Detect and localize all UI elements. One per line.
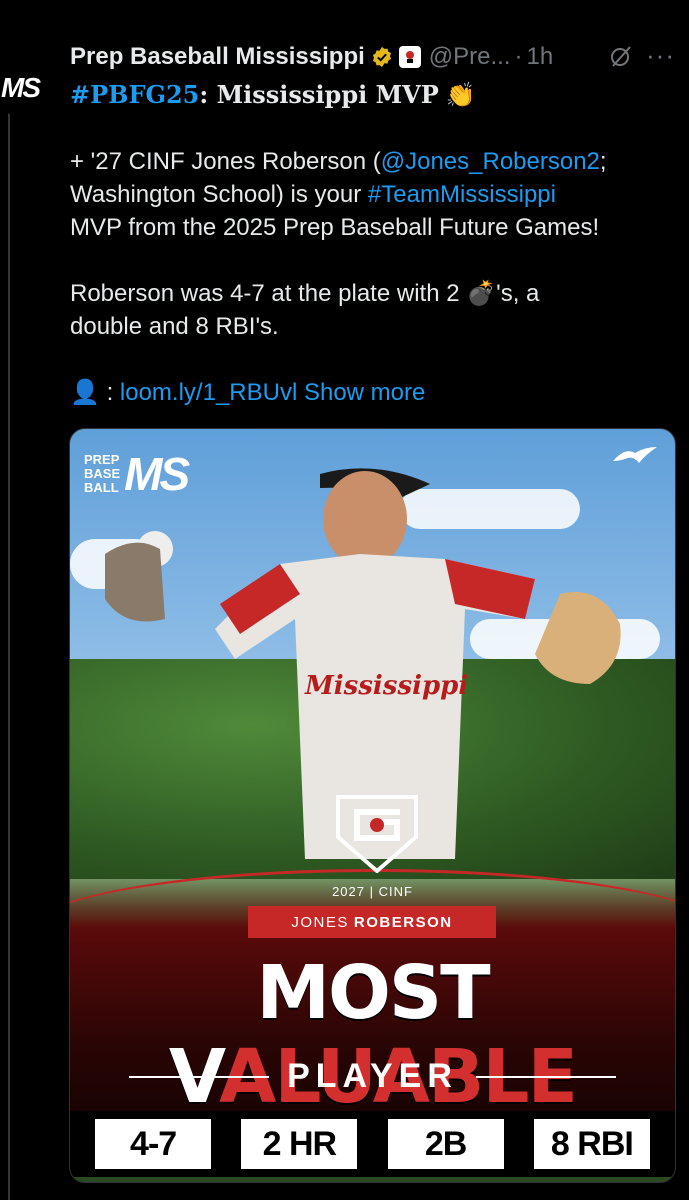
logo-line: BALL [84,480,119,495]
avatar[interactable]: MS [0,60,48,116]
first-name: JONES [291,913,349,931]
link-colon: : [106,379,114,406]
mizuno-logo-icon [613,447,657,463]
external-link[interactable]: loom.ly/1_RBUvl [120,379,297,406]
hashtag-pbfg25[interactable]: #PBFG25 [70,80,199,109]
stats-bar: 4-7 2 HR 2B 8 RBI [70,1111,675,1177]
stat-box: 2B [387,1119,504,1169]
para2-line1: Roberson was 4-7 at the plate with 2 💣's… [70,277,680,310]
thread-line [8,108,10,1200]
author-name[interactable]: Prep Baseball Mississippi [70,43,365,71]
headline: #PBFG25: Mississippi MVP 👏 [70,78,680,112]
post-time[interactable]: 1h [527,43,554,71]
para1-text-2: Washington School) is your [70,181,368,208]
show-more-link[interactable]: Show more [304,379,425,406]
stat-box: 8 RBI [533,1119,650,1169]
logo-line: BASE [84,466,121,481]
para1-text: + '27 CINF Jones Roberson ( [70,148,381,175]
logo-line: PREP [84,452,120,467]
separator-dot: · [514,43,523,70]
avatar-label: MS [1,72,41,103]
mention-link[interactable]: @Jones_Roberson2 [381,148,600,175]
para2-text: Roberson was 4-7 at the plate with 2 [70,280,467,307]
para2-suffix: 's, a [496,280,540,307]
para1-suffix: ; [599,148,607,175]
divider [475,1075,616,1078]
post-text: #PBFG25: Mississippi MVP 👏 + '27 CINF Jo… [70,78,680,409]
stat-box: 4-7 [95,1119,212,1169]
hashtag-teammississippi[interactable]: #TeamMississippi [368,181,556,208]
post-media-image[interactable]: Mississippi PREP BASE BALL MS 2027 | CIN… [69,428,676,1183]
link-line: 👤 : loom.ly/1_RBUvl Show more [70,376,680,409]
affiliate-badge-icon [398,46,421,68]
para1-line1: + '27 CINF Jones Roberson (@Jones_Robers… [70,145,680,178]
divider [129,1075,270,1078]
prep-baseball-ms-logo: PREP BASE BALL MS [84,447,190,501]
future-games-shield-icon [336,795,418,873]
year-position: 2027 | CINF [332,884,413,899]
grok-icon[interactable] [609,44,633,68]
more-options-icon[interactable]: ··· [646,40,675,71]
para1-line2: Washington School) is your #TeamMississi… [70,178,680,211]
player-subtitle: PLAYER [287,1057,458,1095]
verified-badge-icon [372,46,391,68]
player-name-bar: JONES ROBERSON [248,906,496,938]
person-emoji-icon: 👤 [70,379,100,406]
author-handle[interactable]: @Pre... [429,43,511,71]
post-header: Prep Baseball Mississippi @Pre... · 1h [70,40,679,74]
clap-emoji-icon: 👏 [445,82,476,109]
para1-line3: MVP from the 2025 Prep Baseball Future G… [70,214,600,241]
player-subtitle-row: PLAYER [70,1057,675,1096]
bomb-emoji-icon: 💣 [466,280,497,307]
logo-ms: MS [124,448,190,500]
jersey-text: Mississippi [304,671,468,701]
para2-line2: double and 8 RBI's. [70,313,279,340]
headline-rest: : Mississippi MVP [199,80,439,109]
stat-box: 2 HR [241,1119,358,1169]
last-name: ROBERSON [353,913,453,931]
